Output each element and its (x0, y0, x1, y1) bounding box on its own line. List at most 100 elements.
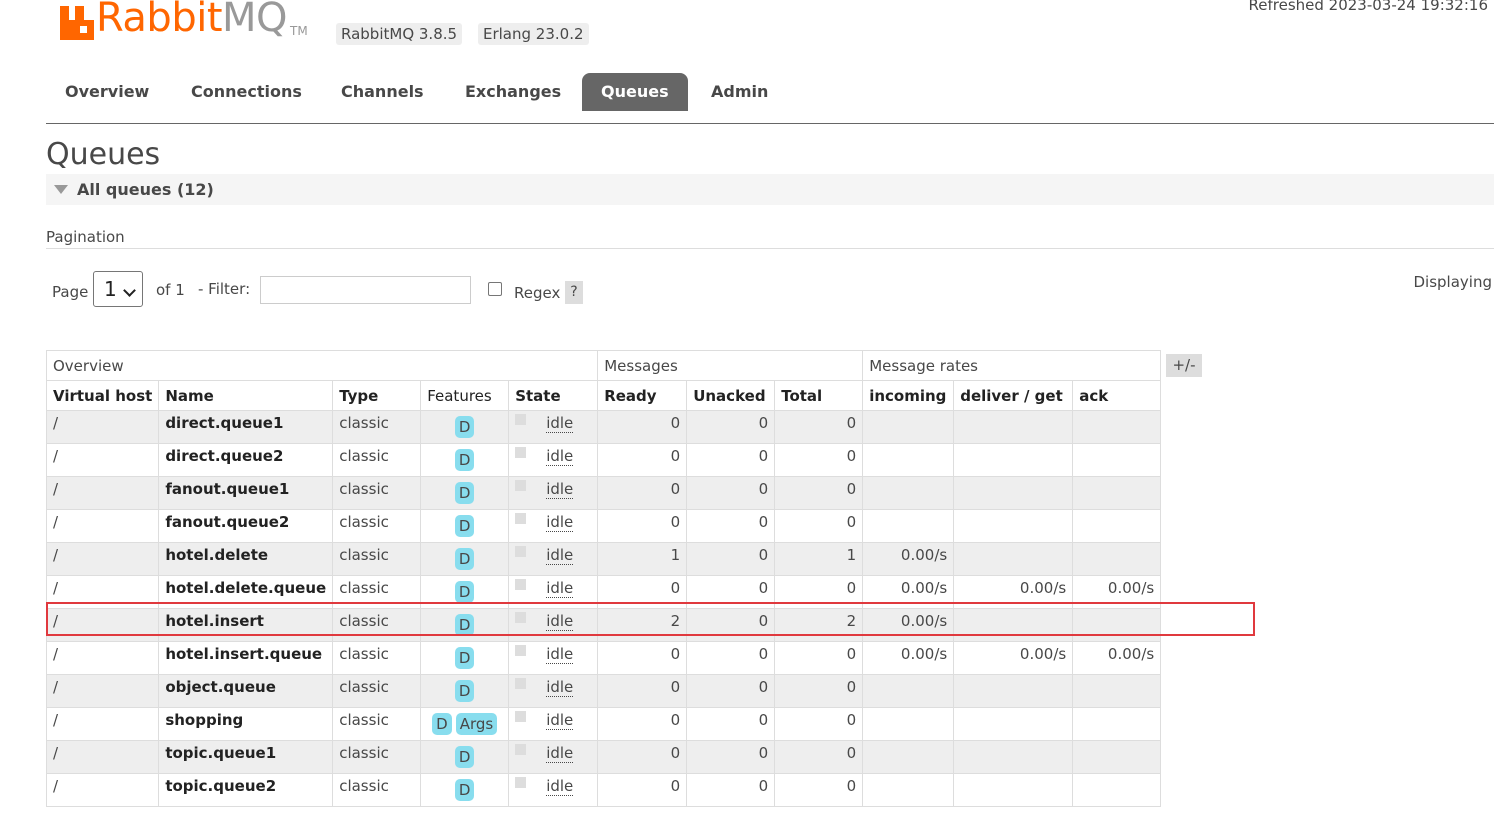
state-label: idle (546, 579, 574, 598)
queue-name-link[interactable]: hotel.delete (158, 542, 334, 576)
tab-queues[interactable]: Queues (582, 73, 688, 111)
ack-cell (1072, 443, 1162, 477)
feature-badge: D (454, 449, 475, 471)
tab-overview[interactable]: Overview (46, 73, 168, 111)
ready-cell: 0 (597, 641, 688, 675)
features-cell: D (420, 476, 510, 510)
total-cell: 0 (774, 476, 864, 510)
logo-trademark: TM (290, 24, 308, 38)
filter-label: - Filter: (198, 280, 251, 298)
ack-cell: 0.00/s (1072, 641, 1162, 675)
queue-name-link[interactable]: direct.queue1 (158, 410, 334, 444)
ready-cell: 0 (597, 443, 688, 477)
feature-badge: D (432, 713, 452, 735)
column-header-name[interactable]: Name (158, 380, 334, 411)
vhost-cell: / (45, 443, 160, 477)
unacked-cell: 0 (686, 707, 776, 741)
type-cell: classic (332, 608, 422, 642)
queue-name-link[interactable]: object.queue (158, 674, 334, 708)
column-header-total[interactable]: Total (774, 380, 864, 411)
columns-toggle-button[interactable]: +/- (1166, 354, 1202, 377)
ready-cell: 1 (597, 542, 688, 576)
collapse-triangle-icon (54, 185, 68, 194)
state-label: idle (546, 777, 574, 796)
column-header-unacked[interactable]: Unacked (686, 380, 776, 411)
queue-name-link[interactable]: topic.queue2 (158, 773, 334, 807)
queue-name-link[interactable]: fanout.queue1 (158, 476, 334, 510)
deliver-cell (953, 476, 1074, 510)
table-row: / fanout.queue2 classic Didle 0 0 0 (45, 509, 1162, 543)
queue-name-link[interactable]: direct.queue2 (158, 443, 334, 477)
incoming-cell: 0.00/s (862, 641, 955, 675)
state-indicator-icon (515, 678, 527, 689)
table-row: / hotel.delete classic Didle 1 0 1 0.00/s (45, 542, 1162, 576)
feature-badge: D (454, 515, 475, 537)
table-row: / shopping classic D Args idle 0 0 0 (45, 707, 1162, 741)
unacked-cell: 0 (686, 641, 776, 675)
ack-cell (1072, 608, 1162, 642)
vhost-cell: / (45, 674, 160, 708)
regex-help-button[interactable]: ? (565, 281, 583, 304)
total-cell: 0 (774, 773, 864, 807)
unacked-cell: 0 (686, 575, 776, 609)
unacked-cell: 0 (686, 542, 776, 576)
feature-badge: D (454, 680, 475, 702)
page-label: Page (52, 283, 89, 301)
deliver-cell (953, 608, 1074, 642)
queue-name-link[interactable]: hotel.delete.queue (158, 575, 334, 609)
table-row: / hotel.delete.queue classic Didle 0 0 0 0.00/s… (45, 575, 1162, 609)
deliver-cell (953, 707, 1074, 741)
queue-name-link[interactable]: fanout.queue2 (158, 509, 334, 543)
state-cell: idle (508, 773, 599, 807)
features-cell: D (420, 641, 510, 675)
incoming-cell (862, 476, 955, 510)
features-cell: D (420, 608, 510, 642)
tab-exchanges[interactable]: Exchanges (446, 73, 580, 111)
all-queues-section-toggle[interactable]: All queues (12) (46, 174, 1494, 205)
unacked-cell: 0 (686, 410, 776, 444)
total-cell: 0 (774, 674, 864, 708)
vhost-cell: / (45, 509, 160, 543)
deliver-cell (953, 542, 1074, 576)
tab-channels[interactable]: Channels (322, 73, 443, 111)
regex-checkbox[interactable] (488, 282, 502, 296)
column-header-ack[interactable]: ack (1072, 380, 1162, 411)
state-indicator-icon (515, 579, 527, 590)
table-row: / fanout.queue1 classic Didle 0 0 0 (45, 476, 1162, 510)
refreshed-timestamp[interactable]: Refreshed 2023-03-24 19:32:16 (1249, 0, 1488, 14)
feature-badge: D (454, 482, 475, 504)
table-row: / topic.queue2 classic Didle 0 0 0 (45, 773, 1162, 807)
ack-cell (1072, 509, 1162, 543)
column-header-state[interactable]: State (508, 380, 599, 411)
state-cell: idle (508, 641, 599, 675)
state-indicator-icon (515, 612, 527, 623)
column-header-incoming[interactable]: incoming (862, 380, 955, 411)
column-header-type[interactable]: Type (332, 380, 422, 411)
state-label: idle (546, 480, 574, 499)
vhost-cell: / (45, 542, 160, 576)
column-header-virtual-host[interactable]: Virtual host (45, 380, 160, 411)
ack-cell (1072, 773, 1162, 807)
tab-admin[interactable]: Admin (692, 73, 787, 111)
queue-name-link[interactable]: topic.queue1 (158, 740, 334, 774)
queue-name-link[interactable]: shopping (158, 707, 334, 741)
queue-name-link[interactable]: hotel.insert (158, 608, 334, 642)
rabbitmq-logo[interactable]: RabbitMQ TM (60, 0, 308, 44)
total-cell: 0 (774, 641, 864, 675)
queue-name-link[interactable]: hotel.insert.queue (158, 641, 334, 675)
type-cell: classic (332, 542, 422, 576)
page-select[interactable]: 1 (93, 271, 143, 307)
column-header-ready[interactable]: Ready (597, 380, 688, 411)
filter-input[interactable] (260, 276, 471, 304)
feature-badge: D (454, 614, 475, 636)
ack-cell (1072, 740, 1162, 774)
column-header-deliver-get[interactable]: deliver / get (953, 380, 1074, 411)
tab-connections[interactable]: Connections (172, 73, 321, 111)
group-header-message-rates: Message rates (862, 350, 1162, 381)
ready-cell: 0 (597, 707, 688, 741)
incoming-cell (862, 509, 955, 543)
state-label: idle (546, 447, 574, 466)
vhost-cell: / (45, 740, 160, 774)
state-cell: idle (508, 674, 599, 708)
page-select-value: 1 (104, 277, 117, 301)
